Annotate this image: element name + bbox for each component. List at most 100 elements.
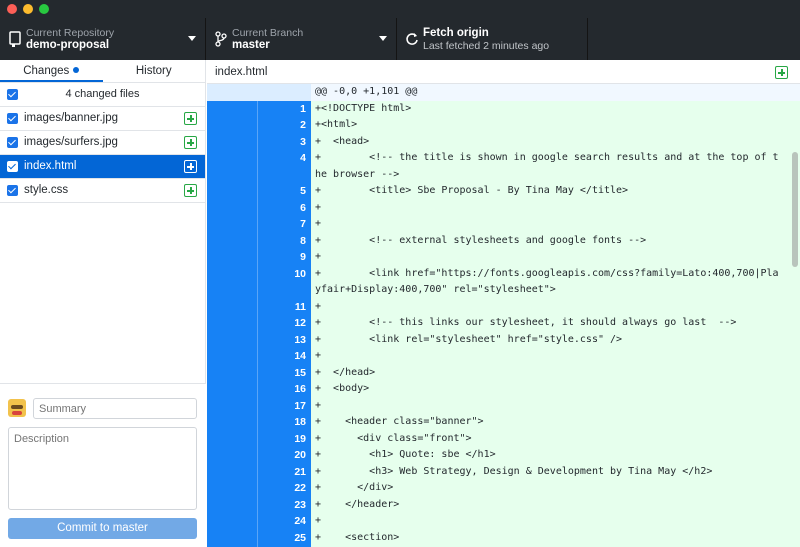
description-field[interactable] [8,427,197,510]
diff-line[interactable]: 9 + [207,249,800,266]
new-line-number[interactable]: 20 [257,447,311,464]
old-line-number [207,332,257,349]
new-line-number[interactable]: 11 [257,299,311,316]
diff-line[interactable]: 21 + <h3> Web Strategy, Design & Developm… [207,464,800,481]
new-line-number[interactable]: 12 [257,315,311,332]
avatar [8,399,26,417]
file-added-icon [184,136,197,149]
new-line-number[interactable]: 21 [257,464,311,481]
toolbar: Current Repository demo-proposal Current… [0,18,800,60]
new-line-number[interactable]: 17 [257,398,311,415]
diff-line[interactable]: 19 + <div class="front"> [207,431,800,448]
diff-line[interactable]: 25 + <section> [207,530,800,547]
old-line-number [207,348,257,365]
new-line-number[interactable]: 24 [257,513,311,530]
vertical-scrollbar[interactable] [792,152,798,267]
current-branch-name: master [232,39,270,51]
file-checkbox[interactable] [7,137,18,148]
diff-body[interactable]: @@ -0,0 +1,101 @@ 1 +<!DOCTYPE html> 2 +<ht… [207,84,800,547]
old-line-number [207,183,257,200]
diff-line-code: + <head> [315,135,370,147]
new-line-number[interactable]: 14 [257,348,311,365]
file-name: index.html [24,160,77,172]
commit-button[interactable]: Commit to master [8,518,197,539]
diff-line-code: + <header class="banner"> [315,416,484,427]
diff-line-code: + <body> [315,383,370,394]
diff-line-code: + [315,350,322,361]
new-line-number[interactable]: 23 [257,497,311,514]
tab-history[interactable]: History [103,60,206,82]
diff-line-code: +<html> [315,119,358,130]
diff-line[interactable]: 6 + [207,200,800,217]
new-line-number[interactable]: 10 [257,266,311,299]
diff-line[interactable]: 14 + [207,348,800,365]
diff-line[interactable]: 7 + [207,216,800,233]
select-all-checkbox[interactable] [7,89,18,100]
diff-line[interactable]: 10 + <link href="https://fonts.googleapis… [207,266,800,299]
diff-line[interactable]: 13 + <link rel="stylesheet" href="style.c… [207,332,800,349]
diff-line[interactable]: 16 + <body> [207,381,800,398]
changes-indicator-dot [73,67,80,73]
new-line-number[interactable]: 13 [257,332,311,349]
new-line-number[interactable]: 7 [257,216,311,233]
file-list-item[interactable]: style.css [0,179,205,203]
file-list-item-selected[interactable]: index.html [0,155,205,179]
close-window-button[interactable] [7,4,17,14]
file-list-item[interactable]: images/surfers.jpg [0,131,205,155]
diff-line-code: + [315,399,322,411]
diff-line-code: + [315,300,322,312]
old-line-number [207,381,257,398]
repository-icon [9,31,21,47]
current-branch-dropdown[interactable]: Current Branch master [206,18,397,60]
zoom-window-button[interactable] [39,4,49,14]
diff-line-code: + [315,218,322,229]
new-line-number[interactable]: 1 [257,101,311,118]
file-name: images/banner.jpg [24,112,118,124]
diff-line[interactable]: 23 + </header> [207,497,800,514]
diff-line[interactable]: 18 + <header class="banner"> [207,414,800,431]
old-line-number [207,117,257,134]
file-checkbox[interactable] [7,161,18,172]
diff-line[interactable]: 3 + <head> [207,134,800,151]
new-line-number[interactable]: 25 [257,530,311,547]
diff-line[interactable]: 1 +<!DOCTYPE html> [207,101,800,118]
new-line-number[interactable]: 6 [257,200,311,217]
diff-line[interactable]: 2 +<html> [207,117,800,134]
old-line-number [207,365,257,382]
new-line-number[interactable]: 5 [257,183,311,200]
diff-line[interactable]: 24 + [207,513,800,530]
tab-changes[interactable]: Changes [0,60,103,82]
diff-line[interactable]: 4 + <!-- the title is shown in google sea… [207,150,800,183]
diff-line[interactable]: 5 + <title> Sbe Proposal - By Tina May </… [207,183,800,200]
new-line-number[interactable]: 15 [257,365,311,382]
new-line-number[interactable]: 2 [257,117,311,134]
file-checkbox[interactable] [7,113,18,124]
new-line-number[interactable]: 9 [257,249,311,266]
summary-input[interactable] [33,398,197,419]
tab-changes-label: Changes [23,65,70,77]
diff-line[interactable]: 20 + <h1> Quote: sbe </h1> [207,447,800,464]
new-line-number[interactable]: 18 [257,414,311,431]
current-repository-dropdown[interactable]: Current Repository demo-proposal [0,18,206,60]
diff-line[interactable]: 11 + [207,299,800,316]
last-fetched-text: Last fetched 2 minutes ago [423,40,550,52]
file-checkbox[interactable] [7,185,18,196]
diff-line[interactable]: 15 + </head> [207,365,800,382]
file-list-item[interactable]: images/banner.jpg [0,107,205,131]
new-line-number[interactable]: 22 [257,480,311,497]
new-line-number[interactable]: 19 [257,431,311,448]
diff-line[interactable]: 12 + <!-- this links our stylesheet, it s… [207,315,800,332]
diff-line[interactable]: 22 + </div> [207,480,800,497]
diff-line[interactable]: 8 + <!-- external stylesheets and google … [207,233,800,250]
diff-line-code: + <!-- the title is shown in google sear… [315,152,779,180]
new-line-number[interactable]: 4 [257,150,311,183]
fetch-origin-button[interactable]: Fetch origin Last fetched 2 minutes ago [397,18,588,60]
diff-line[interactable]: 17 + [207,398,800,415]
new-line-number[interactable]: 3 [257,134,311,151]
diff-file-header: index.html [207,60,800,84]
old-line-number [207,101,257,118]
minimize-window-button[interactable] [23,4,33,14]
new-line-number[interactable]: 8 [257,233,311,250]
diff-line-code: + </header> [315,498,400,510]
new-line-number[interactable]: 16 [257,381,311,398]
